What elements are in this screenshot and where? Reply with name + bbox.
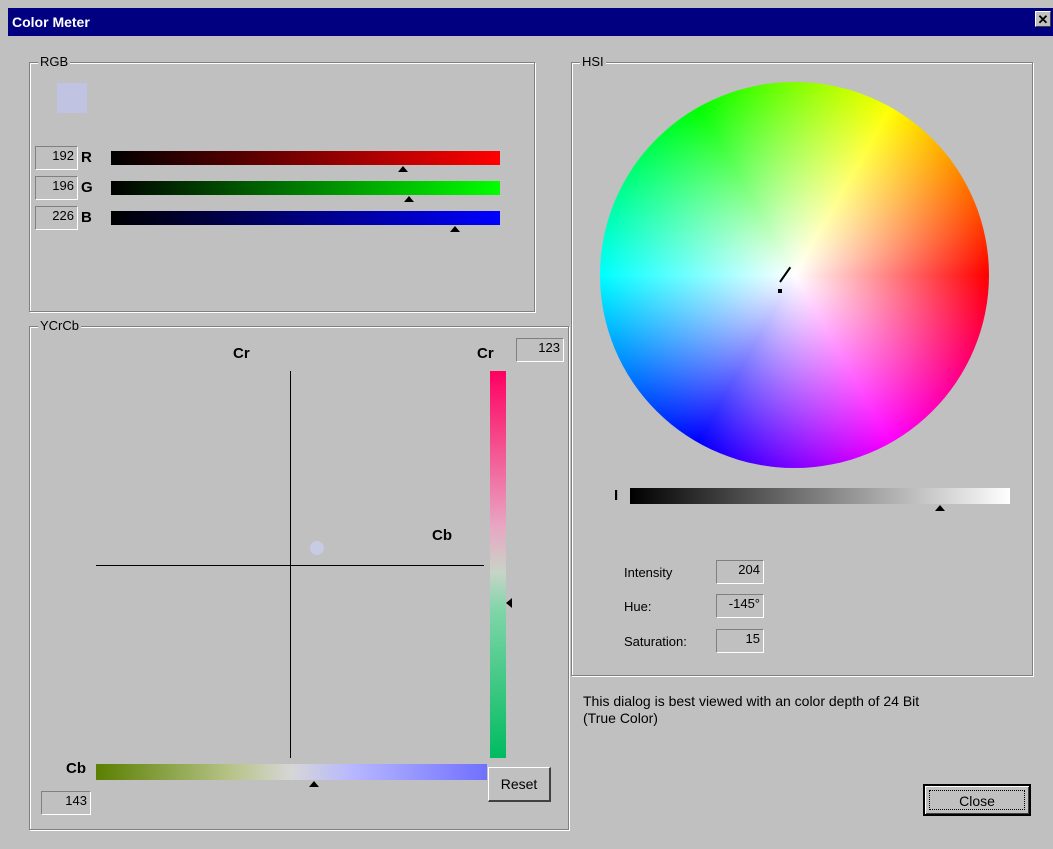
color-depth-note-line1: This dialog is best viewed with an color…	[583, 693, 920, 709]
cr-axis-label: Cr	[233, 345, 250, 362]
r-label: R	[81, 149, 92, 166]
b-slider-marker[interactable]	[450, 226, 460, 232]
saturation-value-field[interactable]: 15	[716, 629, 764, 653]
ycrcb-group-label: YCrCb	[38, 318, 82, 333]
cr-bar-label: Cr	[477, 345, 494, 362]
hue-saturation-wheel[interactable]	[600, 82, 989, 468]
ycrcb-group: YCrCb	[29, 318, 569, 830]
close-icon[interactable]: ✕	[1035, 11, 1051, 27]
hue-value-field[interactable]: -145°	[716, 594, 764, 618]
cb-axis-label: Cb	[432, 527, 452, 544]
intensity-label: Intensity	[624, 565, 673, 580]
rgb-color-swatch	[57, 83, 87, 113]
b-value-field[interactable]: 226	[35, 206, 78, 230]
r-slider-marker[interactable]	[398, 166, 408, 172]
cr-slider-marker[interactable]	[506, 598, 512, 608]
window-title: Color Meter	[12, 14, 90, 30]
cb-value-field[interactable]: 143	[41, 791, 91, 815]
close-button-label: Close	[959, 793, 995, 809]
cb-bar-label: Cb	[66, 760, 86, 777]
color-depth-note-line2: (True Color)	[583, 710, 658, 726]
g-label: G	[81, 179, 93, 196]
g-slider-track[interactable]	[111, 181, 500, 195]
b-label: B	[81, 209, 92, 226]
close-button[interactable]: Close	[923, 784, 1031, 816]
cb-slider-marker[interactable]	[309, 781, 319, 787]
reset-button[interactable]: Reset	[488, 767, 551, 802]
g-value-field[interactable]: 196	[35, 176, 78, 200]
intensity-value-field[interactable]: 204	[716, 560, 764, 584]
intensity-slider-marker[interactable]	[935, 505, 945, 511]
close-button-focus: Close	[929, 790, 1025, 810]
cr-value-field[interactable]: 123	[516, 338, 564, 362]
intensity-slider-track[interactable]	[630, 488, 1010, 504]
hsi-group-label: HSI	[580, 54, 606, 69]
cb-axis-line	[96, 565, 484, 566]
r-value-field[interactable]: 192	[35, 146, 78, 170]
cb-slider-track[interactable]	[96, 764, 487, 780]
b-slider-track[interactable]	[111, 211, 500, 225]
ycrcb-color-point	[310, 541, 324, 555]
hue-label: Hue:	[624, 599, 652, 614]
hsi-indicator-dot	[778, 289, 782, 293]
i-label: I	[614, 487, 619, 504]
title-bar: Color Meter	[8, 8, 1053, 36]
cr-slider-track[interactable]	[490, 371, 506, 758]
rgb-group-label: RGB	[38, 54, 71, 69]
r-slider-track[interactable]	[111, 151, 500, 165]
g-slider-marker[interactable]	[404, 196, 414, 202]
saturation-label: Saturation:	[624, 634, 687, 649]
